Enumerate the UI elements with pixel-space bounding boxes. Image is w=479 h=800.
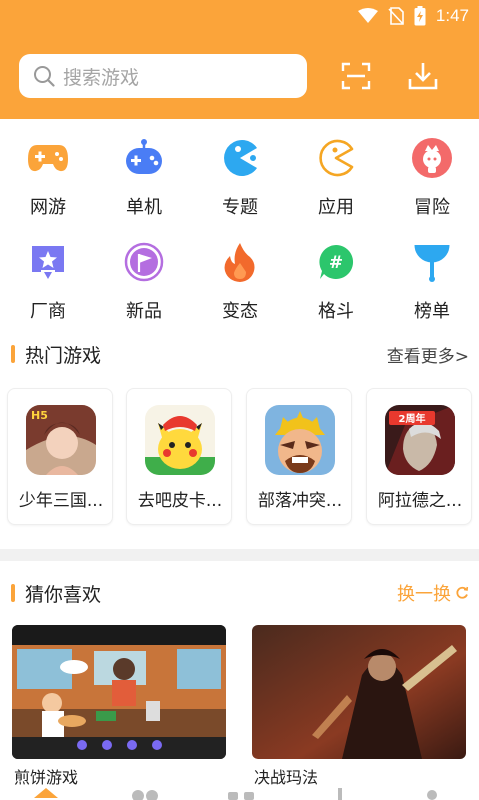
category-fighting[interactable]: # 格斗 [288,223,384,323]
category-vendors[interactable]: 厂商 [0,223,96,323]
category-label: 网游 [30,197,66,218]
recommend-card[interactable] [252,625,466,759]
game-screenshot [252,625,466,759]
category-tab-icon[interactable] [130,788,160,800]
search-placeholder: 搜索游戏 [63,66,140,89]
discover-tab-icon[interactable] [226,788,256,800]
download-button[interactable] [405,58,441,94]
section-title: 猜你喜欢 [25,583,102,606]
svg-text:2周年: 2周年 [399,412,426,425]
hot-games-list: H5 少年三国... 去吧皮卡... 部落冲突... 2周年 阿拉德之... [7,388,479,525]
search-input[interactable]: 搜索游戏 [19,54,307,98]
svg-text:H5: H5 [31,409,48,422]
recommend-name: 决战玛法 [254,768,319,787]
bottom-tab-bar [0,786,479,800]
game-card[interactable]: 2周年 阿拉德之... [366,388,472,525]
recommend-header: 猜你喜欢 换一换 [11,578,469,608]
category-label: 榜单 [414,301,450,322]
no-sim-icon [388,7,404,25]
character-icon [410,137,454,179]
category-label: 专题 [222,197,258,218]
recommend-name: 煎饼游戏 [14,768,79,787]
star-badge-icon [26,241,70,283]
hot-games-header: 热门游戏 查看更多> [11,339,469,369]
home-tab-icon[interactable] [34,788,58,800]
game-name: 去吧皮卡... [137,491,223,511]
ranking-icon [410,241,454,283]
game-card[interactable]: 去吧皮卡... [126,388,232,525]
gamepad-icon [26,137,70,179]
category-topics[interactable]: 专题 [192,119,288,219]
category-label: 应用 [318,197,354,218]
game-icon [145,405,215,475]
section-accent-bar [11,584,15,602]
game-name: 少年三国... [18,491,104,511]
pacman-outline-icon [314,137,358,179]
game-card[interactable]: 部落冲突... [246,388,352,525]
profile-tab-icon[interactable] [424,788,440,800]
refresh-icon [456,586,469,599]
game-name: 部落冲突... [257,491,343,511]
game-icon: 2周年 [385,405,455,475]
refresh-label: 换一换 [397,584,451,605]
game-screenshot [12,625,226,759]
category-apps[interactable]: 应用 [288,119,384,219]
category-label: 新品 [126,301,162,322]
section-accent-bar [11,345,15,363]
section-title: 热门游戏 [25,344,102,367]
pacman-icon [218,137,262,179]
status-time: 1:47 [435,6,469,25]
top-header: 1:47 搜索游戏 [0,0,479,119]
game-icon [265,405,335,475]
wifi-icon [357,8,378,23]
search-icon [34,66,55,87]
battery-charging-icon [414,6,426,26]
category-new-releases[interactable]: 新品 [96,223,192,323]
category-label: 格斗 [318,301,354,322]
ranking-tab-icon[interactable] [330,788,350,800]
status-icons: 1:47 [357,6,469,26]
category-label: 变态 [222,301,258,322]
game-icon: H5 [26,405,96,475]
download-icon [408,63,438,90]
refresh-button[interactable]: 换一换 [397,580,469,606]
game-name: 阿拉德之... [377,491,463,511]
category-label: 单机 [126,197,162,218]
category-online-games[interactable]: 网游 [0,119,96,219]
fire-icon [218,241,262,283]
game-card[interactable]: H5 少年三国... [7,388,113,525]
view-more-link[interactable]: 查看更多> [387,342,469,367]
category-modded[interactable]: 变态 [192,223,288,323]
category-adventure[interactable]: 冒险 [384,119,479,219]
section-divider [0,549,479,561]
recommend-card[interactable] [12,625,226,759]
category-single-player[interactable]: 单机 [96,119,192,219]
hash-chat-icon: # [314,241,358,283]
status-bar: 1:47 [0,0,479,34]
controller-icon [122,137,166,179]
svg-text:#: # [329,253,343,273]
category-label: 冒险 [414,197,450,218]
flag-icon [122,241,166,283]
scan-icon [341,62,371,90]
category-grid: 网游 单机 专题 应用 冒险 厂商 新品 变态 # 格斗 榜单 [0,119,479,329]
category-rankings[interactable]: 榜单 [384,223,479,323]
category-label: 厂商 [30,301,66,322]
scan-button[interactable] [338,58,374,94]
